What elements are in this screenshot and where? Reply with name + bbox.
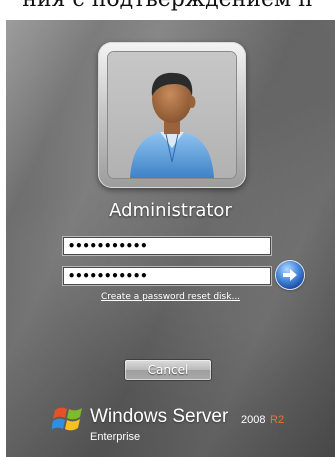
- windows-flag-icon: [52, 407, 82, 431]
- page-caption: ния с подтверждением п: [0, 0, 335, 14]
- logon-screen: Administrator Create a password reset di…: [6, 20, 335, 457]
- arrow-right-icon: [283, 269, 297, 281]
- product-edition: Enterprise: [90, 431, 141, 443]
- confirm-password-field[interactable]: [63, 267, 271, 285]
- username-label: Administrator: [109, 200, 232, 221]
- windows-server-branding: Windows Server 2008 R2 Enterprise: [52, 404, 312, 454]
- submit-arrow-button[interactable]: [276, 261, 304, 289]
- user-tile: [98, 42, 246, 188]
- cancel-button[interactable]: Cancel: [124, 359, 212, 381]
- product-version: 2008: [241, 414, 266, 426]
- product-name: Windows Server: [90, 406, 229, 427]
- user-avatar-icon: [108, 52, 236, 178]
- password-reset-link[interactable]: Create a password reset disk...: [6, 292, 335, 302]
- password-field[interactable]: [63, 237, 271, 255]
- product-release: R2: [270, 414, 285, 426]
